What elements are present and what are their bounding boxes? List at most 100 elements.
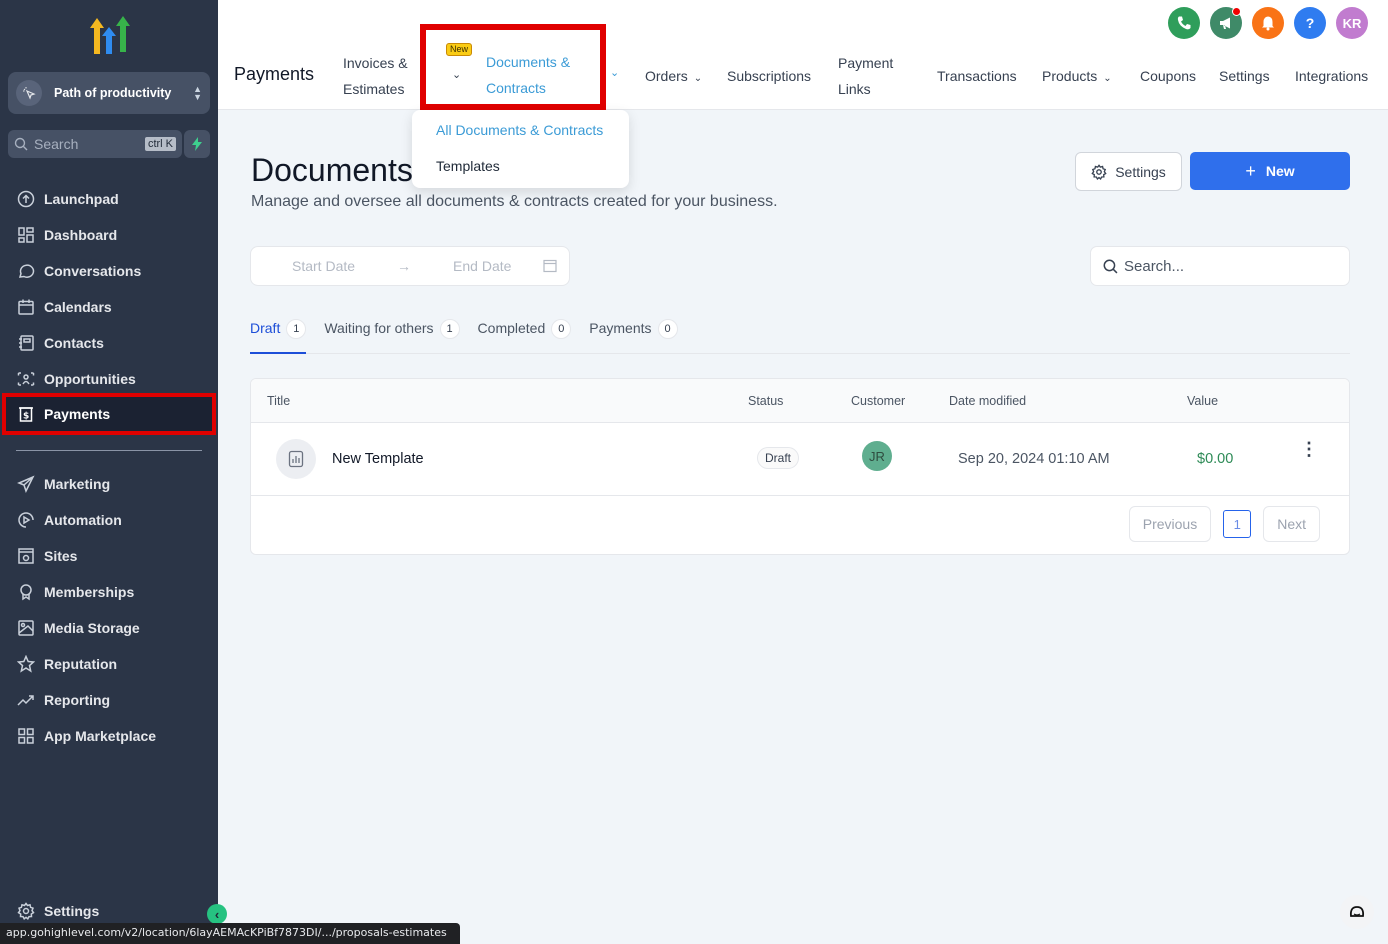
- trending-up-icon: [17, 695, 34, 706]
- sidebar-item-contacts[interactable]: Contacts: [0, 325, 218, 361]
- sidebar-item-memberships[interactable]: Memberships: [0, 574, 218, 610]
- sidebar-item-label: Calendars: [44, 299, 112, 315]
- sidebar-item-reputation[interactable]: Reputation: [0, 646, 218, 682]
- sidebar-item-calendars[interactable]: Calendars: [0, 289, 218, 325]
- documents-search[interactable]: [1090, 246, 1350, 286]
- nav-label: Integrations: [1295, 68, 1369, 84]
- sidebar-item-dashboard[interactable]: Dashboard: [0, 217, 218, 253]
- tab-label: Waiting for others: [324, 320, 434, 336]
- settings-button[interactable]: Settings: [1075, 152, 1182, 191]
- sidebar-item-app-marketplace[interactable]: App Marketplace: [0, 718, 218, 754]
- tab-count-badge: 1: [439, 319, 460, 339]
- nav-transactions[interactable]: Transactions: [937, 63, 1017, 89]
- more-options-icon[interactable]: ⋮: [1300, 440, 1318, 458]
- nav-subscriptions[interactable]: Subscriptions: [727, 63, 811, 89]
- sidebar-search-placeholder: Search: [34, 136, 79, 152]
- nav-orders[interactable]: Orders ⌄: [645, 63, 702, 92]
- previous-page-button[interactable]: Previous: [1128, 506, 1212, 542]
- user-avatar[interactable]: KR: [1336, 7, 1368, 39]
- sidebar-item-reporting[interactable]: Reporting: [0, 682, 218, 718]
- nav-payment-links[interactable]: Payment Links: [838, 50, 893, 102]
- sidebar-item-label: Media Storage: [44, 620, 140, 636]
- sidebar-item-conversations[interactable]: Conversations: [0, 253, 218, 289]
- table-header: Title Status Customer Date modified Valu…: [251, 379, 1349, 423]
- new-badge: New: [446, 43, 473, 56]
- sidebar-item-media-storage[interactable]: Media Storage: [0, 610, 218, 646]
- phone-icon: [1177, 16, 1191, 30]
- sidebar-item-automation[interactable]: Automation: [0, 502, 218, 538]
- column-header-date-modified[interactable]: Date modified: [949, 394, 1026, 408]
- apps-grid-icon: [18, 728, 34, 744]
- page-number-current[interactable]: 1: [1223, 510, 1252, 538]
- dashboard-icon: [18, 227, 34, 243]
- nav-documents-contracts[interactable]: New ⌄ Documents & Contracts: [420, 24, 606, 110]
- column-header-status[interactable]: Status: [748, 394, 783, 408]
- chevron-down-icon[interactable]: ⌄: [610, 66, 619, 79]
- end-date-input[interactable]: End Date: [453, 258, 511, 274]
- tab-payments[interactable]: Payments 0: [589, 319, 678, 354]
- nav-label-line: Estimates: [343, 81, 405, 97]
- documents-dropdown-menu: All Documents & Contracts Templates: [412, 110, 629, 188]
- sidebar: Path of productivity ▲ ▼ Search ctrl K La…: [0, 0, 218, 944]
- chat-widget-icon: [1349, 906, 1365, 917]
- sidebar-item-label: Reporting: [44, 692, 111, 708]
- chat-bubble-icon: [18, 264, 35, 278]
- quick-actions-button[interactable]: [184, 130, 210, 158]
- collapse-sidebar-button[interactable]: ‹: [207, 904, 227, 924]
- menu-item-templates[interactable]: Templates: [436, 158, 500, 174]
- announcements-button[interactable]: [1210, 7, 1242, 39]
- nav-integrations[interactable]: Integrations: [1295, 63, 1368, 89]
- arrow-right-icon: →: [397, 258, 412, 274]
- next-page-button[interactable]: Next: [1263, 506, 1320, 542]
- date-range-picker[interactable]: Start Date → End Date: [250, 246, 570, 286]
- table-row[interactable]: New Template Draft JR Sep 20, 2024 01:10…: [251, 423, 1349, 496]
- nav-products[interactable]: Products ⌄: [1042, 63, 1112, 92]
- top-nav-bar: Payments Invoices & Estimates New ⌄ Docu…: [218, 0, 1388, 110]
- column-header-title[interactable]: Title: [267, 394, 290, 408]
- document-title[interactable]: New Template: [332, 451, 424, 467]
- column-header-customer[interactable]: Customer: [851, 394, 905, 408]
- nav-settings[interactable]: Settings: [1219, 63, 1270, 89]
- tab-completed[interactable]: Completed 0: [478, 319, 572, 354]
- sidebar-item-opportunities[interactable]: Opportunities: [0, 361, 218, 397]
- nav-label: Settings: [1219, 68, 1270, 84]
- date-modified: Sep 20, 2024 01:10 AM: [958, 451, 1110, 467]
- help-button[interactable]: ?: [1294, 7, 1326, 39]
- notification-dot: [1232, 7, 1241, 16]
- new-document-button[interactable]: + New: [1190, 152, 1350, 190]
- sidebar-search[interactable]: Search ctrl K: [8, 130, 182, 158]
- sidebar-item-label: Marketing: [44, 476, 111, 492]
- documents-search-input[interactable]: [1124, 257, 1324, 275]
- sidebar-item-label: Contacts: [44, 335, 104, 351]
- chat-widget-button[interactable]: [1340, 895, 1374, 929]
- sidebar-nav-secondary: Marketing Automation Sites Memberships M…: [0, 466, 218, 754]
- menu-item-all-documents[interactable]: All Documents & Contracts: [436, 122, 603, 138]
- sidebar-item-payments[interactable]: $ Payments: [2, 393, 216, 435]
- location-switcher[interactable]: Path of productivity ▲ ▼: [8, 72, 210, 114]
- nav-documents-label: Documents & Contracts: [486, 49, 570, 101]
- tab-waiting-for-others[interactable]: Waiting for others 1: [324, 319, 460, 354]
- nav-invoices-estimates[interactable]: Invoices & Estimates: [343, 50, 408, 102]
- sidebar-item-sites[interactable]: Sites: [0, 538, 218, 574]
- nav-label-line: Payment: [838, 55, 894, 71]
- location-cursor-icon: [16, 80, 42, 106]
- send-icon: [17, 475, 35, 493]
- sidebar-item-launchpad[interactable]: Launchpad: [0, 181, 218, 217]
- status-tabs: Draft 1 Waiting for others 1 Completed 0 Pa…: [250, 319, 1350, 354]
- nav-label-line: Documents &: [486, 54, 571, 70]
- start-date-input[interactable]: Start Date: [292, 258, 355, 274]
- sidebar-item-marketing[interactable]: Marketing: [0, 466, 218, 502]
- tab-draft[interactable]: Draft 1: [250, 319, 307, 354]
- tab-count-badge: 0: [551, 319, 572, 339]
- app-logo[interactable]: [88, 16, 132, 56]
- gear-icon: [17, 902, 35, 920]
- nav-label-line: Invoices &: [343, 55, 408, 71]
- notifications-button[interactable]: [1252, 7, 1284, 39]
- plus-icon: +: [1245, 160, 1256, 181]
- column-header-value[interactable]: Value: [1187, 394, 1218, 408]
- phone-button[interactable]: [1168, 7, 1200, 39]
- nav-coupons[interactable]: Coupons: [1140, 63, 1196, 89]
- sidebar-item-label: Settings: [44, 903, 100, 919]
- module-title: Payments: [234, 64, 315, 84]
- tab-label: Draft: [250, 320, 281, 336]
